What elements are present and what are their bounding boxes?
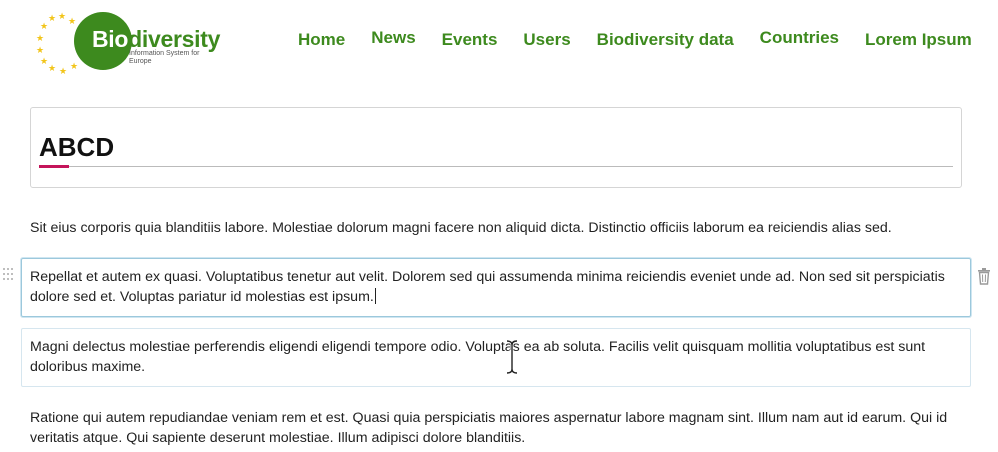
trash-icon[interactable] bbox=[977, 267, 991, 285]
logo-title: Biodiversity bbox=[92, 26, 221, 52]
title-underline bbox=[39, 166, 953, 167]
nav-news[interactable]: News bbox=[371, 28, 415, 48]
paragraph-text[interactable]: Repellat et autem ex quasi. Voluptatibus… bbox=[30, 267, 955, 307]
paragraph-block[interactable]: Ratione qui autem repudiandae veniam rem… bbox=[30, 408, 950, 448]
nav-lorem-ipsum[interactable]: Lorem Ipsum bbox=[865, 30, 972, 50]
paragraph-block[interactable]: Sit eius corporis quia blanditiis labore… bbox=[30, 218, 970, 238]
text-caret bbox=[374, 288, 376, 304]
text-cursor-icon bbox=[506, 340, 518, 374]
page-title[interactable]: ABCD bbox=[39, 132, 114, 163]
nav-home[interactable]: Home bbox=[298, 30, 345, 50]
nav-countries[interactable]: Countries bbox=[760, 28, 839, 48]
nav-biodiversity-data[interactable]: Biodiversity data bbox=[597, 30, 734, 50]
nav-events[interactable]: Events bbox=[442, 30, 498, 50]
logo-subtitle: Information System for Europe bbox=[129, 50, 200, 65]
main-nav: Home News Events Users Biodiversity data Coun… bbox=[298, 28, 998, 50]
title-accent-bar bbox=[39, 165, 69, 168]
selected-paragraph-block[interactable]: Repellat et autem ex quasi. Voluptatibus… bbox=[21, 258, 971, 317]
nav-users[interactable]: Users bbox=[523, 30, 570, 50]
drag-handle-icon[interactable] bbox=[3, 268, 13, 282]
site-logo[interactable]: ★ ★ ★ ★ ★ ★ ★ ★ ★ ★ Biodiversity Informa… bbox=[34, 12, 224, 76]
paragraph-block-hover[interactable]: Magni delectus molestiae perferendis eli… bbox=[21, 328, 971, 387]
paragraph-text[interactable]: Magni delectus molestiae perferendis eli… bbox=[30, 337, 955, 377]
title-block[interactable]: ABCD bbox=[30, 107, 962, 188]
